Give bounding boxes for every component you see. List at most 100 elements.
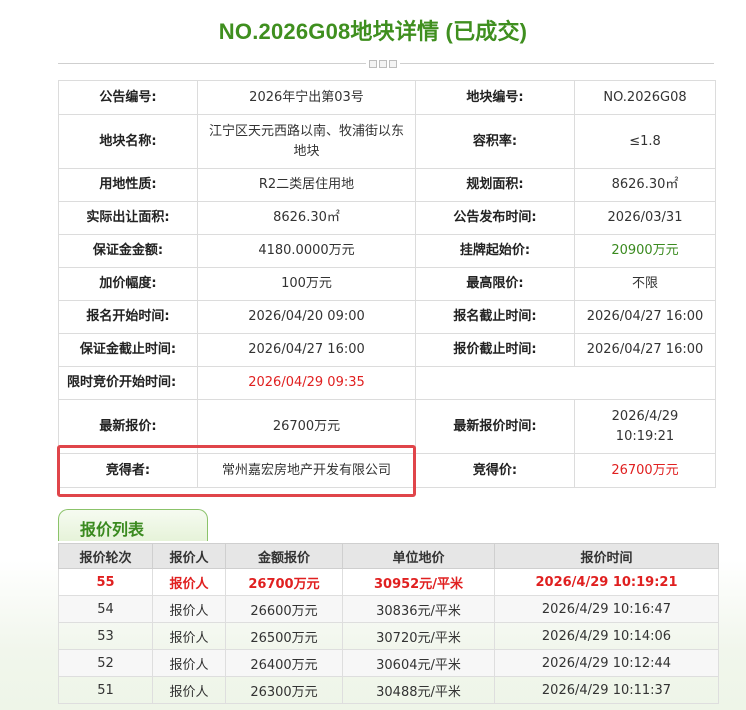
winner-label: 竞得者: (58, 453, 198, 488)
page-title: NO.2026G08地块详情 (已成交) (218, 19, 528, 44)
timed-bid-start-value: 2026/04/29 09:35 (197, 366, 416, 400)
latest-bid-value: 26700万元 (197, 399, 416, 454)
reg-start-label: 报名开始时间: (58, 300, 198, 334)
bid-round: 55 (58, 568, 153, 596)
table-row: 55 报价人 26700万元 30952元/平米 2026/4/29 10:19… (58, 568, 719, 596)
timed-bid-start-label: 限时竞价开始时间: (58, 366, 198, 400)
parcel-no-label: 地块编号: (415, 80, 575, 115)
table-row: 53 报价人 26500万元 30720元/平米 2026/4/29 10:14… (58, 622, 719, 650)
land-use-value: R2二类居住用地 (197, 168, 416, 202)
publish-time-label: 公告发布时间: (415, 201, 575, 235)
column-header-unit-price: 单位地价 (342, 543, 495, 569)
divider-dot (379, 59, 387, 68)
land-use-label: 用地性质: (58, 168, 198, 202)
bid-amount: 26400万元 (225, 649, 343, 677)
tab-bid-list[interactable]: 报价列表 (58, 509, 208, 541)
column-header-time: 报价时间 (494, 543, 719, 569)
detail-row: 报名开始时间: 2026/04/20 09:00 报名截止时间: 2026/04… (58, 300, 716, 334)
latest-bid-time-clock: 10:19:21 (615, 428, 675, 444)
detail-row: 公告编号: 2026年宁出第03号 地块编号: NO.2026G08 (58, 80, 716, 115)
starting-price-value: 20900万元 (574, 234, 716, 268)
bid-time: 2026/4/29 10:12:44 (494, 649, 719, 677)
divider-dot (389, 59, 397, 68)
reg-start-value: 2026/04/20 09:00 (197, 300, 416, 334)
actual-area-label: 实际出让面积: (58, 201, 198, 235)
bid-bidder: 报价人 (152, 676, 226, 704)
detail-row: 保证金金额: 4180.0000万元 挂牌起始价: 20900万元 (58, 234, 716, 268)
bid-unit-price: 30836元/平米 (342, 595, 495, 623)
increment-value: 100万元 (197, 267, 416, 301)
bid-deadline-label: 报价截止时间: (415, 333, 575, 367)
bid-round: 53 (58, 622, 153, 650)
deposit-deadline-value: 2026/04/27 16:00 (197, 333, 416, 367)
deposit-label: 保证金金额: (58, 234, 198, 268)
plot-ratio-label: 容积率: (415, 114, 575, 169)
reg-end-value: 2026/04/27 16:00 (574, 300, 716, 334)
bid-bidder: 报价人 (152, 568, 226, 596)
parcel-name-label: 地块名称: (58, 114, 198, 169)
bid-time: 2026/4/29 10:16:47 (494, 595, 719, 623)
column-header-bidder: 报价人 (152, 543, 226, 569)
detail-row: 加价幅度: 100万元 最高限价: 不限 (58, 267, 716, 301)
bid-unit-price: 30952元/平米 (342, 568, 495, 596)
parcel-no-value: NO.2026G08 (574, 80, 716, 115)
bid-unit-price: 30488元/平米 (342, 676, 495, 704)
detail-row: 竞得者: 常州嘉宏房地产开发有限公司 竞得价: 26700万元 (58, 453, 716, 488)
table-row: 51 报价人 26300万元 30488元/平米 2026/4/29 10:11… (58, 676, 719, 704)
plot-ratio-value: ≤1.8 (574, 114, 716, 169)
latest-bid-time-value: 2026/4/29 10:19:21 (574, 399, 716, 454)
notice-no-label: 公告编号: (58, 80, 198, 115)
bid-amount: 26700万元 (225, 568, 343, 596)
detail-row: 实际出让面积: 8626.30㎡ 公告发布时间: 2026/03/31 (58, 201, 716, 235)
latest-bid-label: 最新报价: (58, 399, 198, 454)
bid-list-header-row: 报价轮次 报价人 金额报价 单位地价 报价时间 (58, 543, 719, 569)
bid-round: 54 (58, 595, 153, 623)
bid-unit-price: 30604元/平米 (342, 649, 495, 677)
bid-bidder: 报价人 (152, 622, 226, 650)
latest-bid-time-date: 2026/4/29 (611, 408, 679, 424)
detail-row: 用地性质: R2二类居住用地 规划面积: 8626.30㎡ (58, 168, 716, 202)
bid-bidder: 报价人 (152, 595, 226, 623)
starting-price-label: 挂牌起始价: (415, 234, 575, 268)
bid-amount: 26500万元 (225, 622, 343, 650)
divider-ornament (366, 58, 400, 69)
winning-price-value: 26700万元 (574, 453, 716, 488)
column-header-amount: 金额报价 (225, 543, 343, 569)
bid-round: 51 (58, 676, 153, 704)
bid-bidder: 报价人 (152, 649, 226, 677)
bid-amount: 26600万元 (225, 595, 343, 623)
planned-area-label: 规划面积: (415, 168, 575, 202)
notice-no-value: 2026年宁出第03号 (197, 80, 416, 115)
reg-end-label: 报名截止时间: (415, 300, 575, 334)
parcel-detail-table: 公告编号: 2026年宁出第03号 地块编号: NO.2026G08 地块名称:… (58, 80, 716, 488)
bid-time: 2026/4/29 10:19:21 (494, 568, 719, 596)
bid-time: 2026/4/29 10:11:37 (494, 676, 719, 704)
winner-value: 常州嘉宏房地产开发有限公司 (197, 453, 416, 488)
latest-bid-time-label: 最新报价时间: (415, 399, 575, 454)
deposit-deadline-label: 保证金截止时间: (58, 333, 198, 367)
table-row: 52 报价人 26400万元 30604元/平米 2026/4/29 10:12… (58, 649, 719, 677)
actual-area-value: 8626.30㎡ (197, 201, 416, 235)
tab-bid-list-label: 报价列表 (80, 520, 145, 539)
max-price-label: 最高限价: (415, 267, 575, 301)
bid-time: 2026/4/29 10:14:06 (494, 622, 719, 650)
deposit-value: 4180.0000万元 (197, 234, 416, 268)
table-row: 54 报价人 26600万元 30836元/平米 2026/4/29 10:16… (58, 595, 719, 623)
max-price-value: 不限 (574, 267, 716, 301)
bid-list-table: 报价轮次 报价人 金额报价 单位地价 报价时间 55 报价人 26700万元 3… (58, 543, 719, 704)
bid-round: 52 (58, 649, 153, 677)
bid-amount: 26300万元 (225, 676, 343, 704)
parcel-name-value: 江宁区天元西路以南、牧浦街以东地块 (197, 114, 416, 169)
publish-time-value: 2026/03/31 (574, 201, 716, 235)
detail-row: 最新报价: 26700万元 最新报价时间: 2026/4/29 10:19:21 (58, 399, 716, 454)
empty-cell (415, 366, 716, 400)
detail-row: 保证金截止时间: 2026/04/27 16:00 报价截止时间: 2026/0… (58, 333, 716, 367)
bid-deadline-value: 2026/04/27 16:00 (574, 333, 716, 367)
detail-row: 地块名称: 江宁区天元西路以南、牧浦街以东地块 容积率: ≤1.8 (58, 114, 716, 169)
column-header-round: 报价轮次 (58, 543, 153, 569)
planned-area-value: 8626.30㎡ (574, 168, 716, 202)
divider-dot (369, 59, 377, 68)
detail-row: 限时竞价开始时间: 2026/04/29 09:35 (58, 366, 716, 400)
increment-label: 加价幅度: (58, 267, 198, 301)
bid-unit-price: 30720元/平米 (342, 622, 495, 650)
